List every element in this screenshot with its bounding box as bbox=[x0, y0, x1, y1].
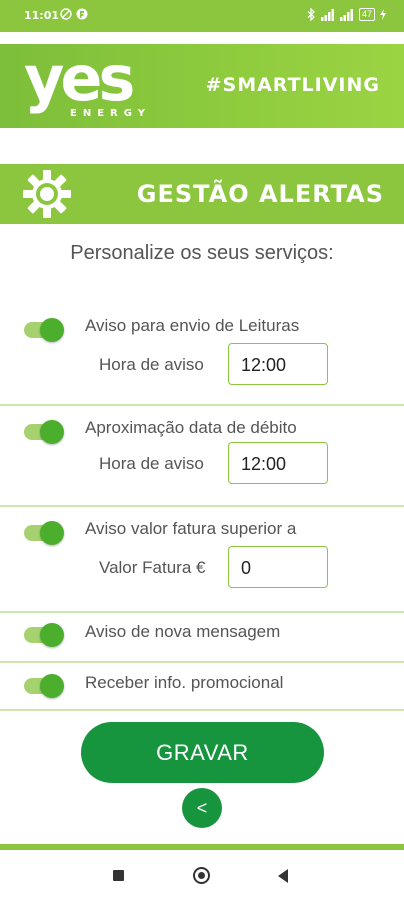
divider bbox=[0, 709, 404, 711]
logo-text: yes bbox=[24, 42, 135, 115]
divider bbox=[0, 404, 404, 406]
toggle-debito[interactable] bbox=[24, 420, 64, 444]
system-navbar bbox=[0, 850, 404, 900]
valor-fatura-input[interactable]: 0 bbox=[228, 546, 328, 588]
toggle-knob bbox=[40, 623, 64, 647]
recents-icon[interactable] bbox=[113, 870, 124, 881]
field-label-debito: Hora de aviso bbox=[99, 454, 204, 473]
page-subtitle: Personalize os seus serviços: bbox=[70, 242, 334, 264]
battery-icon: 47 bbox=[358, 8, 375, 21]
toggle-info-promocional[interactable] bbox=[24, 674, 64, 698]
yes-energy-logo: yes ENERGY bbox=[24, 44, 156, 124]
divider bbox=[0, 611, 404, 613]
signal-icon bbox=[320, 8, 334, 21]
toggle-knob bbox=[40, 674, 64, 698]
charging-icon bbox=[380, 9, 386, 20]
nav-back-icon[interactable] bbox=[278, 869, 288, 883]
divider bbox=[0, 661, 404, 663]
toggle-nova-mensagem[interactable] bbox=[24, 623, 64, 647]
toggle-knob bbox=[40, 420, 64, 444]
toggle-leituras[interactable] bbox=[24, 318, 64, 342]
dnd-icon bbox=[60, 8, 72, 20]
alert-label-debito: Aproximação data de débito bbox=[85, 418, 297, 437]
hora-aviso-leituras-input[interactable]: 12:00 bbox=[228, 343, 328, 385]
bluetooth-icon bbox=[307, 8, 315, 21]
app-notification-icon bbox=[76, 8, 88, 20]
save-button[interactable]: GRAVAR bbox=[81, 722, 324, 783]
field-label-leituras: Hora de aviso bbox=[99, 355, 204, 374]
logo-subtext: ENERGY bbox=[70, 108, 151, 119]
toggle-knob bbox=[40, 521, 64, 545]
alert-label-leituras: Aviso para envio de Leituras bbox=[85, 316, 300, 335]
status-time: 11:01 bbox=[24, 9, 60, 22]
status-bar: 11:01 47 bbox=[0, 0, 404, 32]
header-hashtag: #SMARTLIVING bbox=[205, 74, 380, 96]
app-header: yes ENERGY #SMARTLIVING bbox=[0, 44, 404, 128]
divider bbox=[0, 505, 404, 507]
toggle-valor-fatura[interactable] bbox=[24, 521, 64, 545]
signal-icon-2 bbox=[339, 8, 353, 21]
gear-icon bbox=[22, 169, 72, 219]
alert-label-nova-mensagem: Aviso de nova mensagem bbox=[85, 622, 281, 641]
section-title: GESTÃO ALERTAS bbox=[136, 180, 384, 208]
field-label-valor-fatura: Valor Fatura € bbox=[99, 558, 206, 577]
home-icon[interactable] bbox=[193, 867, 210, 884]
status-notification-icons bbox=[60, 8, 88, 20]
alert-label-valor-fatura: Aviso valor fatura superior a bbox=[85, 519, 297, 538]
alert-label-info-promocional: Receber info. promocional bbox=[85, 673, 284, 692]
back-button[interactable]: < bbox=[182, 788, 222, 828]
toggle-knob bbox=[40, 318, 64, 342]
status-system-icons: 47 bbox=[307, 8, 386, 21]
section-banner: GESTÃO ALERTAS bbox=[0, 164, 404, 224]
hora-aviso-debito-input[interactable]: 12:00 bbox=[228, 442, 328, 484]
